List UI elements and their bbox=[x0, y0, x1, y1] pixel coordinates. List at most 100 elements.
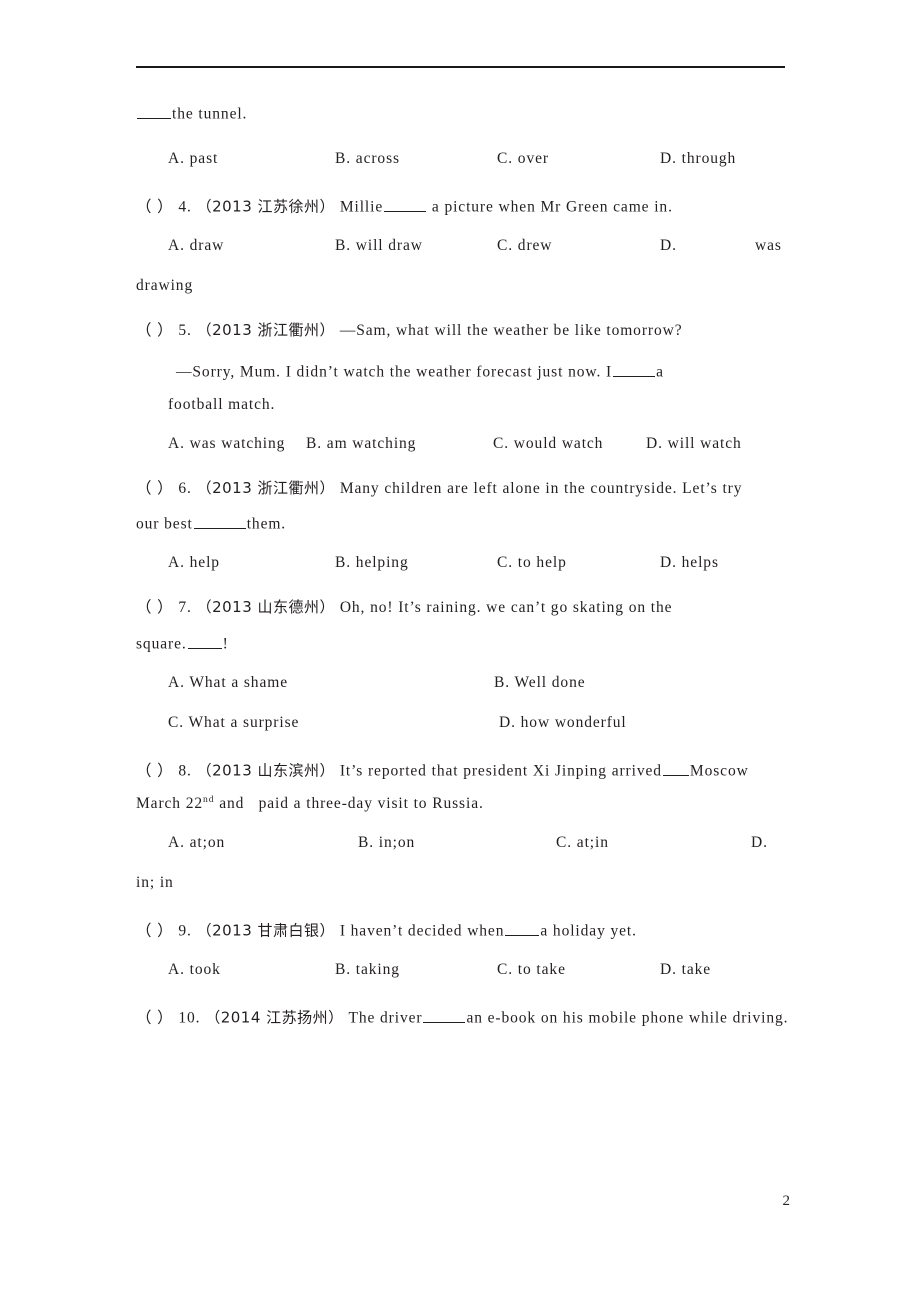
option-c-text: at;in bbox=[576, 833, 609, 851]
question-4: （ ） 4. （2013 江苏徐州） Millie a picture when… bbox=[136, 196, 836, 295]
option-d[interactable]: D. helps bbox=[660, 554, 719, 572]
question-6-checkbox[interactable]: （ ） bbox=[136, 480, 174, 497]
question-5-stem-line-3: football match. bbox=[168, 396, 276, 414]
option-b[interactable]: B. helping bbox=[335, 554, 409, 572]
options-row-q6: A. help B. helping C. to help D. helps bbox=[136, 554, 836, 572]
question-5-stem-line-1: （ ） 5. （2013 浙江衢州） —Sam, what will the w… bbox=[136, 323, 836, 339]
option-c-label: C. bbox=[556, 833, 573, 851]
option-d[interactable]: D. bbox=[660, 237, 677, 255]
option-c[interactable]: C. would watch bbox=[493, 435, 603, 453]
question-10-checkbox[interactable]: （ ） bbox=[136, 1010, 174, 1027]
option-a[interactable]: A. took bbox=[168, 961, 221, 979]
question-7-number: 7. bbox=[178, 599, 192, 617]
option-c-text: What a surprise bbox=[188, 714, 300, 732]
option-d[interactable]: D. will watch bbox=[646, 435, 742, 453]
option-b[interactable]: B. taking bbox=[335, 961, 400, 979]
option-a-text: What a shame bbox=[189, 674, 288, 692]
question-9-source: （2013 甘肃白银） bbox=[196, 921, 336, 940]
option-d-text: take bbox=[681, 961, 712, 979]
options-row-q7-top: A. What a shame B. Well done bbox=[136, 674, 836, 692]
question-6-number: 6. bbox=[178, 479, 192, 497]
question-5-source: （2013 浙江衢州） bbox=[196, 321, 336, 340]
options-row-q4: A. draw B. will draw C. drew D. was bbox=[136, 237, 836, 255]
option-a-text: past bbox=[189, 150, 219, 168]
option-a[interactable]: A. What a shame bbox=[168, 674, 288, 692]
option-b-label: B. bbox=[335, 237, 352, 255]
question-7-checkbox[interactable]: （ ） bbox=[136, 599, 174, 616]
option-d-wrap-line: drawing bbox=[136, 277, 194, 295]
option-d[interactable]: D. through bbox=[660, 150, 736, 168]
question-6-stem-text-2-after: them. bbox=[246, 515, 287, 533]
question-4-stem-after: a picture when Mr Green came in. bbox=[427, 198, 673, 216]
option-d-label: D. bbox=[660, 237, 677, 255]
option-c-label: C. bbox=[497, 961, 514, 979]
option-b-text: taking bbox=[355, 961, 400, 979]
question-9-checkbox[interactable]: （ ） bbox=[136, 923, 174, 940]
option-d-label: D. bbox=[660, 961, 677, 979]
option-a-label: A. bbox=[168, 150, 185, 168]
question-10-stem: （ ） 10. （2014 江苏扬州） The driver an e-book … bbox=[136, 1007, 836, 1026]
question-7-stem-text-2: square. bbox=[136, 635, 187, 653]
option-d[interactable]: D. take bbox=[660, 961, 711, 979]
option-d-text: will watch bbox=[667, 434, 742, 452]
question-6: （ ） 6. （2013 浙江衢州） Many children are lef… bbox=[136, 478, 836, 573]
options-row-q5: A. was watching B. am watching C. would … bbox=[136, 435, 836, 453]
option-d[interactable]: D. bbox=[751, 834, 768, 852]
option-b-label: B. bbox=[335, 961, 352, 979]
option-a[interactable]: A. help bbox=[168, 554, 220, 572]
option-b[interactable]: B. am watching bbox=[306, 435, 416, 453]
option-c[interactable]: C. over bbox=[497, 150, 549, 168]
question-7-stem-line-2: square.! bbox=[136, 633, 836, 652]
option-a[interactable]: A. past bbox=[168, 150, 218, 168]
option-c[interactable]: C. drew bbox=[497, 237, 552, 255]
option-c[interactable]: C. to take bbox=[497, 961, 566, 979]
question-8-stem-text-2: and paid a three-day visit to Russia. bbox=[214, 795, 484, 813]
question-7-stem-text-1: Oh, no! It’s raining. we can’t go skatin… bbox=[339, 599, 673, 617]
question-8-checkbox[interactable]: （ ） bbox=[136, 763, 174, 780]
option-c-text: to take bbox=[517, 961, 566, 979]
option-c-text: to help bbox=[517, 554, 567, 572]
option-d-label: D. bbox=[660, 554, 677, 572]
option-d[interactable]: D. how wonderful bbox=[499, 714, 627, 732]
option-a[interactable]: A. draw bbox=[168, 237, 224, 255]
option-b[interactable]: B. Well done bbox=[494, 674, 586, 692]
option-b-label: B. bbox=[306, 434, 323, 452]
option-a-label: A. bbox=[168, 554, 185, 572]
question-10-stem-before: The driver bbox=[348, 1009, 423, 1027]
option-d-text-inline: was bbox=[755, 237, 782, 255]
option-c[interactable]: C. at;in bbox=[556, 834, 609, 852]
options-row-q8: A. at;on B. in;on C. at;in D. bbox=[136, 834, 836, 852]
question-8-stem-line-2: March 22nd and paid a three-day visit to… bbox=[136, 795, 836, 813]
option-b-text: am watching bbox=[326, 434, 417, 452]
question-6-stem-text-2: our best bbox=[136, 515, 193, 533]
question-4-checkbox[interactable]: （ ） bbox=[136, 199, 174, 216]
question-8-stem-text-1-after: Moscow bbox=[689, 762, 749, 780]
option-c-label: C. bbox=[497, 237, 514, 255]
option-b[interactable]: B. across bbox=[335, 150, 400, 168]
page-number: 2 bbox=[782, 1193, 791, 1209]
option-a-label: A. bbox=[168, 961, 185, 979]
option-a-text: draw bbox=[189, 237, 225, 255]
option-c[interactable]: C. What a surprise bbox=[168, 714, 299, 732]
option-a[interactable]: A. at;on bbox=[168, 834, 225, 852]
question-9-stem-after: a holiday yet. bbox=[540, 922, 637, 940]
question-8-stem-line-1: （ ） 8. （2013 山东滨州） It’s reported that pr… bbox=[136, 760, 836, 779]
question-6-stem-line-2: our best them. bbox=[136, 513, 836, 533]
option-a[interactable]: A. was watching bbox=[168, 435, 285, 453]
question-7-source: （2013 山东德州） bbox=[196, 598, 336, 617]
answer-blank bbox=[662, 760, 689, 776]
question-8-number: 8. bbox=[178, 762, 192, 780]
option-d-label: D. bbox=[751, 833, 768, 851]
options-row-q7-bottom: C. What a surprise D. how wonderful bbox=[136, 714, 836, 732]
question-5-checkbox[interactable]: （ ） bbox=[136, 322, 174, 339]
header-rule bbox=[136, 66, 785, 68]
question-4-number: 4. bbox=[178, 198, 192, 216]
question-5-number: 5. bbox=[178, 322, 192, 340]
option-b[interactable]: B. will draw bbox=[335, 237, 423, 255]
question-6-source: （2013 浙江衢州） bbox=[196, 478, 336, 497]
option-c[interactable]: C. to help bbox=[497, 554, 567, 572]
question-8-source: （2013 山东滨州） bbox=[196, 761, 336, 780]
option-c-text: would watch bbox=[513, 434, 604, 452]
option-b-text: will draw bbox=[355, 237, 423, 255]
option-b[interactable]: B. in;on bbox=[358, 834, 415, 852]
